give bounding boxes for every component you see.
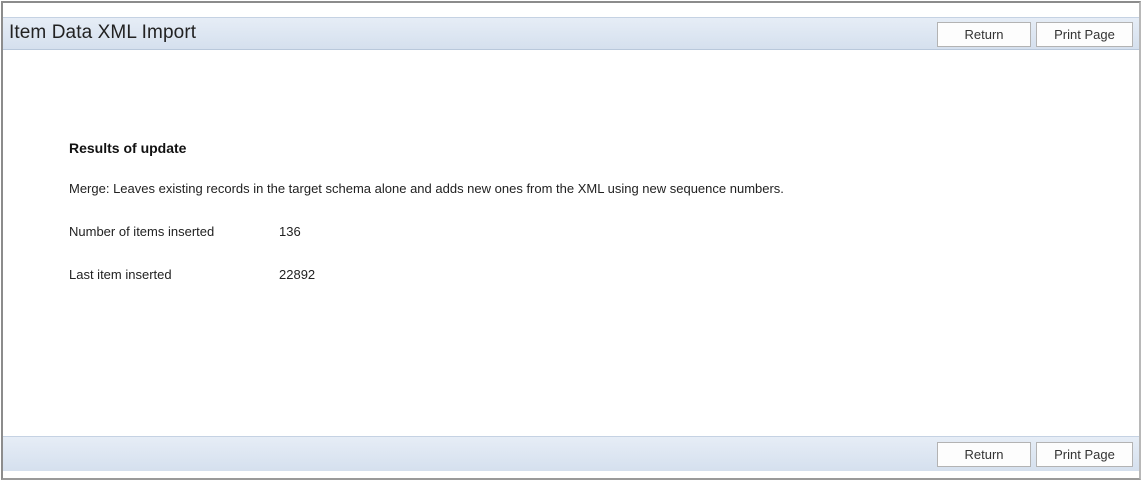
items-inserted-value: 136 [279,224,301,239]
return-button[interactable]: Return [937,22,1031,47]
page-frame: Item Data XML Import Return Print Page R… [1,1,1141,480]
items-inserted-label: Number of items inserted [69,224,215,239]
merge-description: Merge: Leaves existing records in the ta… [69,181,784,196]
footer-return-button[interactable]: Return [937,442,1031,467]
header-bar: Item Data XML Import Return Print Page [3,17,1139,50]
page-title: Item Data XML Import [9,22,197,43]
footer-print-page-button[interactable]: Print Page [1036,442,1133,467]
results-panel: Results of update Merge: Leaves existing… [3,50,1139,436]
last-item-value: 22892 [279,267,316,282]
last-item-label: Last item inserted [69,267,172,282]
print-page-button[interactable]: Print Page [1036,22,1133,47]
results-heading: Results of update [69,140,187,156]
footer-bar: Return Print Page [3,436,1139,471]
